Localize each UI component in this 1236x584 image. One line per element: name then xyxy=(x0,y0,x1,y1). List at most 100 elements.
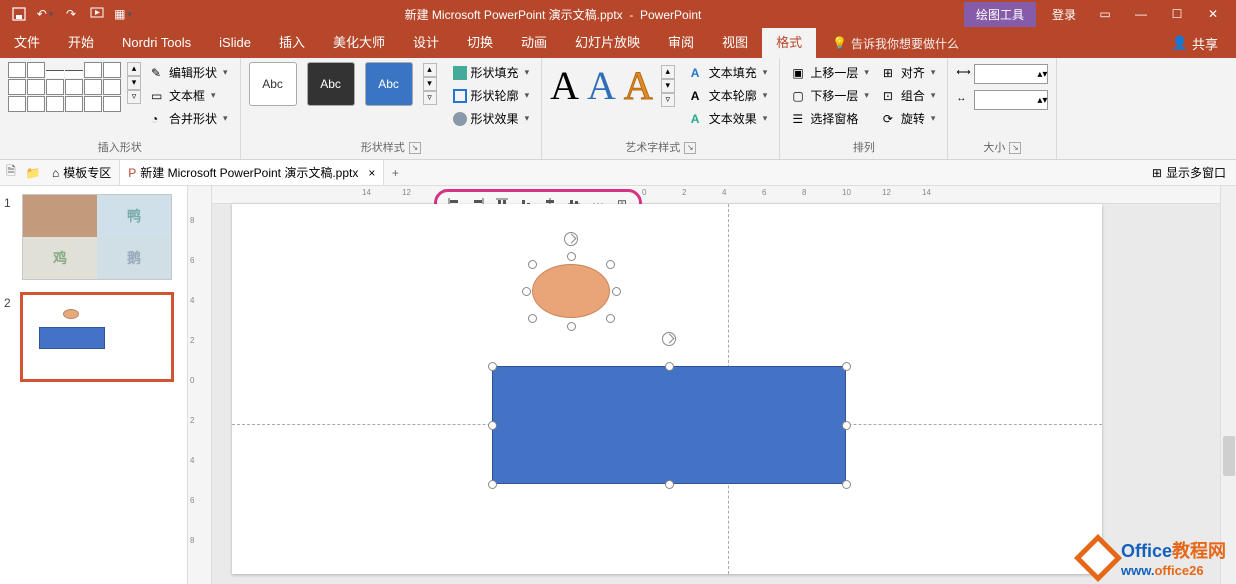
style-more-icon[interactable]: ▿ xyxy=(423,91,437,105)
tell-me-search[interactable]: 💡 告诉我你想要做什么 xyxy=(832,35,959,52)
handle[interactable] xyxy=(567,252,576,261)
ribbon-tabs: 文件 开始 Nordri Tools iSlide 插入 美化大师 设计 切换 … xyxy=(0,28,1236,58)
undo-icon[interactable]: ↶▾ xyxy=(34,3,56,25)
tab-slideshow[interactable]: 幻灯片放映 xyxy=(561,28,654,58)
new-doc-icon[interactable]: 🗎 xyxy=(0,162,22,183)
shape-fill-button[interactable]: 形状填充▾ xyxy=(449,62,534,83)
align-button[interactable]: ⊞对齐▾ xyxy=(879,62,940,83)
handle[interactable] xyxy=(488,480,497,489)
style-preset-2[interactable]: Abc xyxy=(307,62,355,106)
tab-file[interactable]: 文件 xyxy=(0,28,54,58)
contextual-tab-label: 绘图工具 xyxy=(964,2,1036,27)
tab-beautify[interactable]: 美化大师 xyxy=(319,28,399,58)
text-fill-button[interactable]: A文本填充▾ xyxy=(687,62,772,83)
tab-review[interactable]: 审阅 xyxy=(654,28,708,58)
start-from-beginning-icon[interactable] xyxy=(86,3,108,25)
handle[interactable] xyxy=(665,480,674,489)
handle[interactable] xyxy=(606,260,615,269)
tab-transition[interactable]: 切换 xyxy=(453,28,507,58)
wordart-up-icon[interactable]: ▴ xyxy=(661,65,675,79)
share-button[interactable]: 👤 共享 xyxy=(1154,34,1236,53)
thumbnail-2[interactable]: 2 xyxy=(4,294,183,380)
style-up-icon[interactable]: ▴ xyxy=(423,63,437,77)
tab-animation[interactable]: 动画 xyxy=(507,28,561,58)
bring-forward-icon: ▣ xyxy=(792,66,806,80)
text-outline-button[interactable]: A文本轮廓▾ xyxy=(687,85,772,106)
close-file-icon[interactable]: × xyxy=(368,166,375,180)
handle[interactable] xyxy=(842,362,851,371)
style-preset-1[interactable]: Abc xyxy=(249,62,297,106)
edit-shape-button[interactable]: ✎编辑形状▾ xyxy=(147,62,232,83)
minimize-icon[interactable]: — xyxy=(1124,3,1158,25)
scrollbar-thumb[interactable] xyxy=(1223,436,1235,476)
save-icon[interactable] xyxy=(8,3,30,25)
handle[interactable] xyxy=(842,480,851,489)
tab-islide[interactable]: iSlide xyxy=(205,28,265,58)
shape-oval[interactable] xyxy=(532,264,610,318)
size-dialog-icon[interactable]: ↘ xyxy=(1009,142,1021,154)
wordart-dialog-icon[interactable]: ↘ xyxy=(684,142,696,154)
wordart-preset-1[interactable]: A xyxy=(550,62,579,109)
send-backward-button[interactable]: ▢下移一层▾ xyxy=(788,85,873,106)
slide-canvas[interactable] xyxy=(232,204,1102,574)
text-effects-icon: A xyxy=(691,112,705,126)
handle[interactable] xyxy=(528,314,537,323)
gallery-more-icon[interactable]: ▿ xyxy=(127,90,141,104)
handle[interactable] xyxy=(665,362,674,371)
maximize-icon[interactable]: ☐ xyxy=(1160,3,1194,25)
handle[interactable] xyxy=(842,421,851,430)
shape-styles-dialog-icon[interactable]: ↘ xyxy=(409,142,421,154)
add-tab-icon[interactable]: + xyxy=(384,166,406,180)
wordart-down-icon[interactable]: ▾ xyxy=(661,79,675,93)
text-fill-icon: A xyxy=(691,66,705,80)
group-button[interactable]: ⊡组合▾ xyxy=(879,85,940,106)
open-folder-icon[interactable]: 📁 xyxy=(22,166,44,180)
handle[interactable] xyxy=(528,260,537,269)
merge-shapes-button[interactable]: ◔合并形状▾ xyxy=(147,108,232,129)
shape-outline-button[interactable]: 形状轮廓▾ xyxy=(449,85,534,106)
close-icon[interactable]: ✕ xyxy=(1196,3,1230,25)
tab-view[interactable]: 视图 xyxy=(708,28,762,58)
ribbon-display-icon[interactable]: ▭ xyxy=(1088,3,1122,25)
multi-window-button[interactable]: ⊞显示多窗口 xyxy=(1142,164,1236,181)
gallery-down-icon[interactable]: ▾ xyxy=(127,76,141,90)
handle[interactable] xyxy=(522,287,531,296)
handle[interactable] xyxy=(488,362,497,371)
vertical-scrollbar[interactable] xyxy=(1220,186,1236,584)
style-down-icon[interactable]: ▾ xyxy=(423,77,437,91)
handle[interactable] xyxy=(488,421,497,430)
wordart-preset-2[interactable]: A xyxy=(587,62,616,109)
text-effects-button[interactable]: A文本效果▾ xyxy=(687,108,772,129)
template-tab[interactable]: ⌂模板专区 xyxy=(44,160,120,185)
horizontal-ruler: 141210864202468101214 xyxy=(212,186,1220,204)
handle[interactable] xyxy=(612,287,621,296)
shape-rectangle[interactable] xyxy=(492,366,846,484)
tab-design[interactable]: 设计 xyxy=(399,28,453,58)
tab-home[interactable]: 开始 xyxy=(54,28,108,58)
selection-pane-button[interactable]: ☰选择窗格 xyxy=(788,108,873,129)
shape-effects-button[interactable]: 形状效果▾ xyxy=(449,108,534,129)
canvas-area[interactable]: 141210864202468101214 ⋯ ⊞ xyxy=(212,186,1220,584)
rotate-handle-oval[interactable] xyxy=(564,232,578,246)
bring-forward-button[interactable]: ▣上移一层▾ xyxy=(788,62,873,83)
wordart-preset-3[interactable]: A xyxy=(624,62,653,109)
style-preset-3[interactable]: Abc xyxy=(365,62,413,106)
login-button[interactable]: 登录 xyxy=(1042,3,1086,25)
height-field[interactable]: ▴▾ xyxy=(974,64,1048,84)
wordart-more-icon[interactable]: ▿ xyxy=(661,93,675,107)
redo-icon[interactable]: ↷ xyxy=(60,3,82,25)
gallery-up-icon[interactable]: ▴ xyxy=(127,62,141,76)
handle[interactable] xyxy=(567,322,576,331)
file-tab[interactable]: P新建 Microsoft PowerPoint 演示文稿.pptx× xyxy=(120,160,384,185)
rotate-button[interactable]: ⟳旋转▾ xyxy=(879,108,940,129)
width-field[interactable]: ▴▾ xyxy=(974,90,1048,110)
tab-format[interactable]: 格式 xyxy=(762,28,816,58)
qat-more-icon[interactable]: ▦▾ xyxy=(112,3,134,25)
shape-gallery[interactable] xyxy=(8,62,121,112)
tab-insert[interactable]: 插入 xyxy=(265,28,319,58)
thumbnail-1[interactable]: 1 鸭鸡鹅 xyxy=(4,194,183,280)
rotate-handle-rect[interactable] xyxy=(662,332,676,346)
tab-nordri[interactable]: Nordri Tools xyxy=(108,28,205,58)
handle[interactable] xyxy=(606,314,615,323)
textbox-button[interactable]: ▭文本框▾ xyxy=(147,85,232,106)
